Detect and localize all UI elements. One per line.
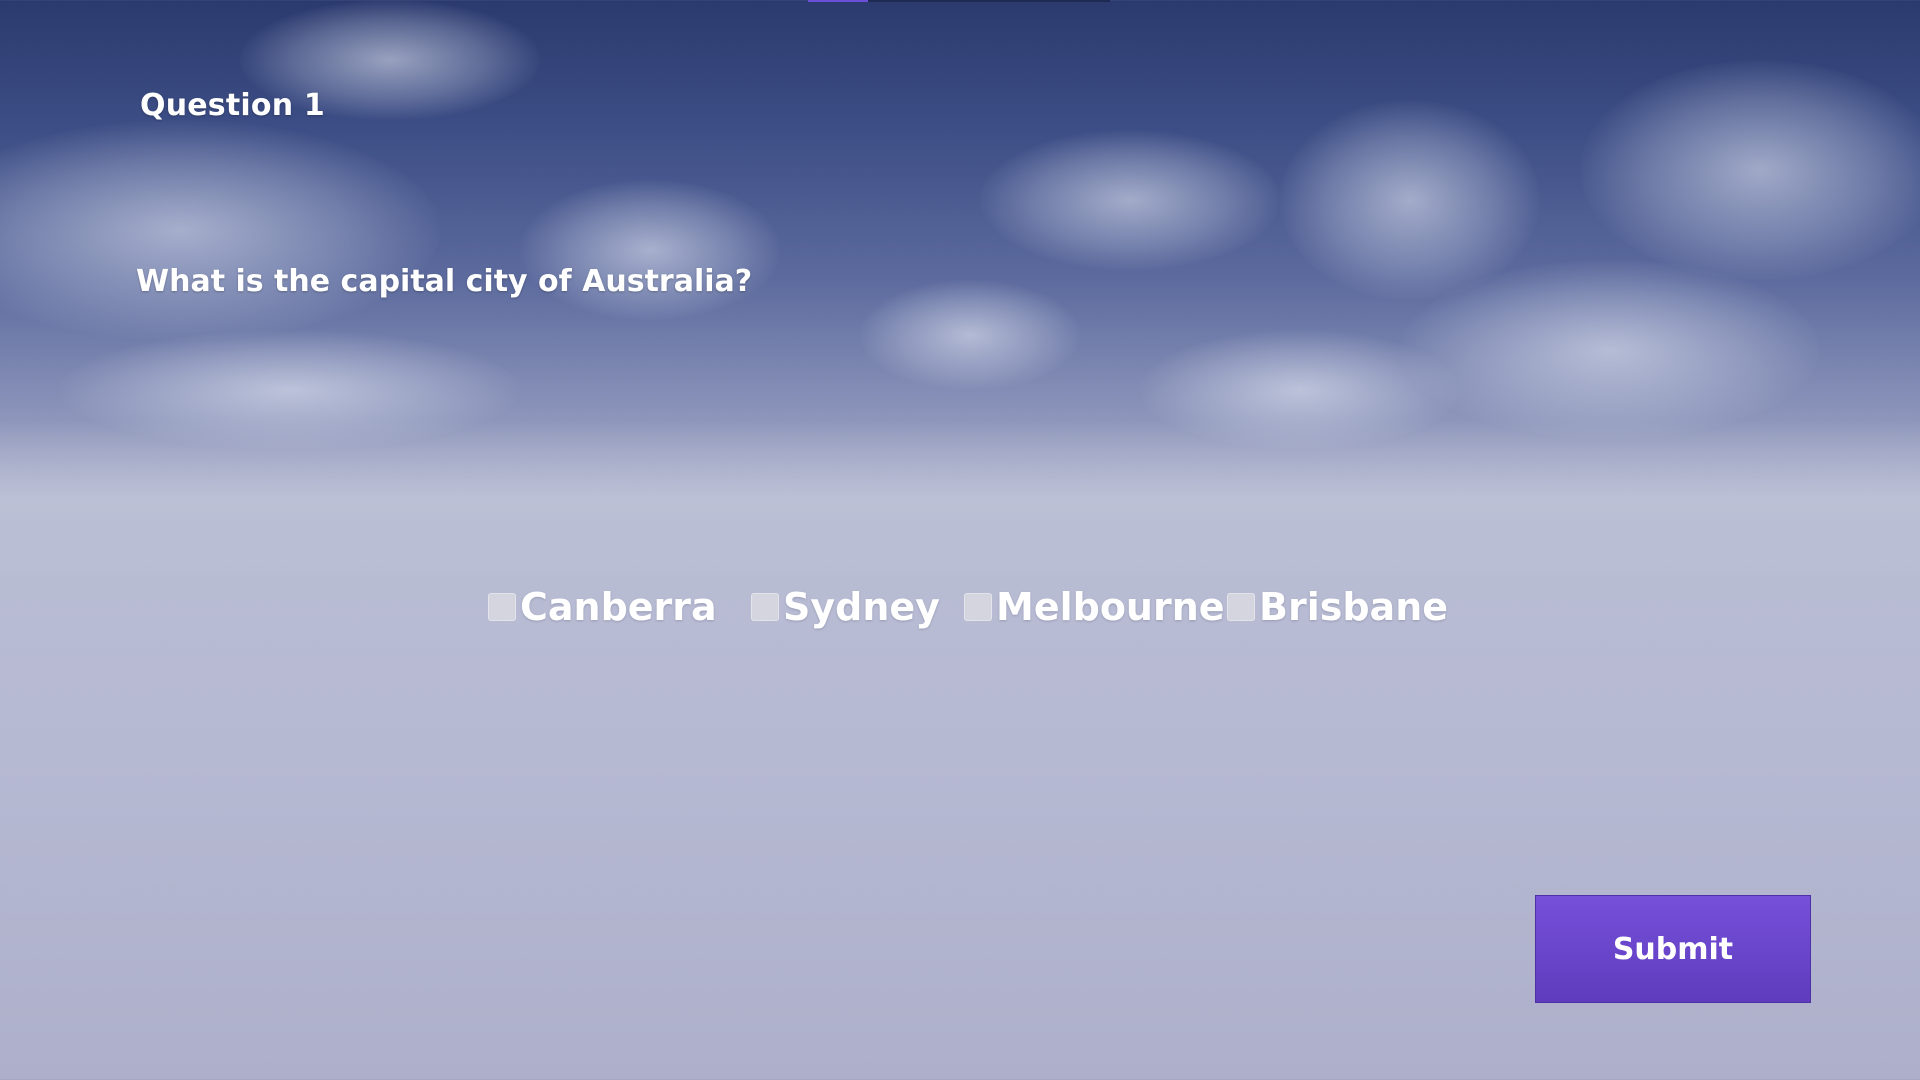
submit-button[interactable]: Submit <box>1535 895 1811 1003</box>
checkbox[interactable] <box>964 593 992 621</box>
question-number: Question 1 <box>140 88 325 123</box>
checkbox[interactable] <box>488 593 516 621</box>
answer-options: Canberra Sydney Melbourne Brisbane <box>0 582 1920 632</box>
top-progress-fill <box>808 0 868 2</box>
option-label: Canberra <box>520 585 717 629</box>
option-label: Brisbane <box>1259 585 1449 629</box>
checkbox[interactable] <box>1227 593 1255 621</box>
option-sydney[interactable]: Sydney <box>751 582 940 632</box>
checkbox[interactable] <box>751 593 779 621</box>
option-melbourne[interactable]: Melbourne <box>964 582 1225 632</box>
submit-label: Submit <box>1612 931 1734 967</box>
question-text: What is the capital city of Australia? <box>136 264 753 299</box>
option-label: Melbourne <box>996 585 1225 629</box>
option-brisbane[interactable]: Brisbane <box>1227 582 1448 632</box>
option-label: Sydney <box>783 585 940 629</box>
option-canberra[interactable]: Canberra <box>488 582 717 632</box>
